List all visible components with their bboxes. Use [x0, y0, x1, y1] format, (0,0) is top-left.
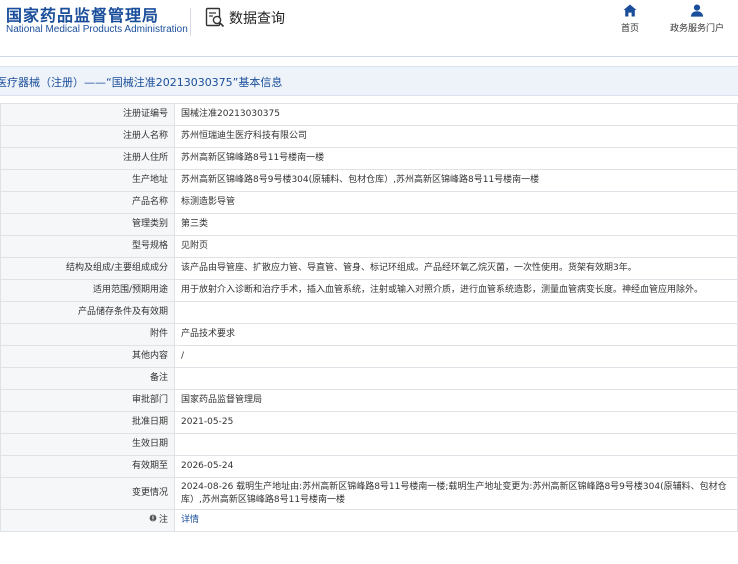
row-value: 国械注准20213030375 [174, 103, 738, 126]
page-title-bar: 医疗器械（注册）——“国械注准20213030375”基本信息 [0, 66, 738, 96]
table-row: 审批部门 国家药品监督管理局 [0, 389, 738, 412]
row-label: 备注 [0, 367, 175, 390]
row-label: 附件 [0, 323, 175, 346]
row-value: 2026-05-24 [174, 455, 738, 478]
agency-logo-en[interactable]: National Medical Products Administration [6, 24, 188, 35]
document-search-icon [205, 7, 225, 28]
row-value: 苏州高新区锦峰路8号11号楼南一楼 [174, 147, 738, 170]
row-label: 生效日期 [0, 433, 175, 456]
table-row: 结构及组成/主要组成成分 该产品由导管座、扩散应力管、导直管、管身、标记环组成。… [0, 257, 738, 280]
nav-home[interactable]: 首页 [600, 4, 660, 34]
row-value: 用于放射介入诊断和治疗手术，插入血管系统，注射或输入对照介质，进行血管系统造影，… [174, 279, 738, 302]
table-row: 变更情况 2024-08-26 载明生产地址由:苏州高新区锦峰路8号11号楼南一… [0, 477, 738, 510]
table-row: 产品名称 标测造影导管 [0, 191, 738, 214]
row-value [174, 367, 738, 390]
data-query-heading: 数据查询 [205, 6, 285, 30]
row-value: 国家药品监督管理局 [174, 389, 738, 412]
row-value: 苏州高新区锦峰路8号9号楼304(原辅料、包材仓库）,苏州高新区锦峰路8号11号… [174, 169, 738, 192]
home-icon [623, 4, 637, 17]
row-value: 标测造影导管 [174, 191, 738, 214]
table-row: 批准日期 2021-05-25 [0, 411, 738, 434]
table-row: 备注 [0, 367, 738, 390]
row-label: 产品名称 [0, 191, 175, 214]
row-value: 2021-05-25 [174, 411, 738, 434]
row-label: 审批部门 [0, 389, 175, 412]
table-row: 型号规格 见附页 [0, 235, 738, 258]
row-value: 2024-08-26 载明生产地址由:苏州高新区锦峰路8号11号楼南一楼;载明生… [174, 477, 738, 510]
table-row: 其他内容 / [0, 345, 738, 368]
data-query-label: 数据查询 [229, 11, 285, 27]
row-label: 注册人住所 [0, 147, 175, 170]
row-value: 产品技术要求 [174, 323, 738, 346]
nav-home-label: 首页 [620, 24, 639, 34]
table-row: 注 详情 [0, 509, 738, 532]
table-row: 适用范围/预期用途 用于放射介入诊断和治疗手术，插入血管系统，注射或输入对照介质… [0, 279, 738, 302]
row-value: 苏州恒瑞迪生医疗科技有限公司 [174, 125, 738, 148]
table-row: 有效期至 2026-05-24 [0, 455, 738, 478]
row-label: 批准日期 [0, 411, 175, 434]
row-label: 有效期至 [0, 455, 175, 478]
row-value: 该产品由导管座、扩散应力管、导直管、管身、标记环组成。产品经环氧乙烷灭菌，一次性… [174, 257, 738, 280]
row-label: 适用范围/预期用途 [0, 279, 175, 302]
row-label: 产品储存条件及有效期 [0, 301, 175, 324]
table-row: 附件 产品技术要求 [0, 323, 738, 346]
table-row: 产品储存条件及有效期 [0, 301, 738, 324]
nav-service-portal[interactable]: 政务服务门户 [666, 4, 728, 34]
table-row: 注册人名称 苏州恒瑞迪生医疗科技有限公司 [0, 125, 738, 148]
row-label: 注册证编号 [0, 103, 175, 126]
row-value [174, 433, 738, 456]
nav-service-label: 政务服务门户 [669, 24, 724, 34]
page-title: 医疗器械（注册）——“国械注准20213030375”基本信息 [0, 76, 283, 89]
row-value: / [174, 345, 738, 368]
row-label: 注册人名称 [0, 125, 175, 148]
row-label: 变更情况 [0, 477, 175, 510]
table-row: 生产地址 苏州高新区锦峰路8号9号楼304(原辅料、包材仓库）,苏州高新区锦峰路… [0, 169, 738, 192]
row-value: 详情 [174, 509, 738, 532]
row-label: 结构及组成/主要组成成分 [0, 257, 175, 280]
change-history-text: 2024-08-26 载明生产地址由:苏州高新区锦峰路8号11号楼南一楼;载明生… [181, 481, 727, 505]
row-label: 其他内容 [0, 345, 175, 368]
row-value: 第三类 [174, 213, 738, 236]
registration-details-table: 注册证编号 国械注准20213030375 注册人名称 苏州恒瑞迪生医疗科技有限… [0, 103, 738, 532]
table-row: 注册证编号 国械注准20213030375 [0, 103, 738, 126]
note-label-text: 注 [158, 515, 168, 525]
details-link[interactable]: 详情 [181, 515, 199, 525]
row-label-note: 注 [0, 509, 175, 532]
row-label: 生产地址 [0, 169, 175, 192]
site-header: 国家药品监督管理局 National Medical Products Admi… [0, 0, 738, 56]
header-divider [190, 8, 191, 36]
row-label: 型号规格 [0, 235, 175, 258]
row-value [174, 301, 738, 324]
header-rule [0, 56, 738, 57]
agency-logo-cn[interactable]: 国家药品监督管理局 [6, 2, 159, 26]
row-value: 见附页 [174, 235, 738, 258]
row-label: 管理类别 [0, 213, 175, 236]
table-row: 注册人住所 苏州高新区锦峰路8号11号楼南一楼 [0, 147, 738, 170]
user-icon [690, 4, 704, 17]
table-row: 生效日期 [0, 433, 738, 456]
table-row: 管理类别 第三类 [0, 213, 738, 236]
note-icon [149, 514, 157, 527]
